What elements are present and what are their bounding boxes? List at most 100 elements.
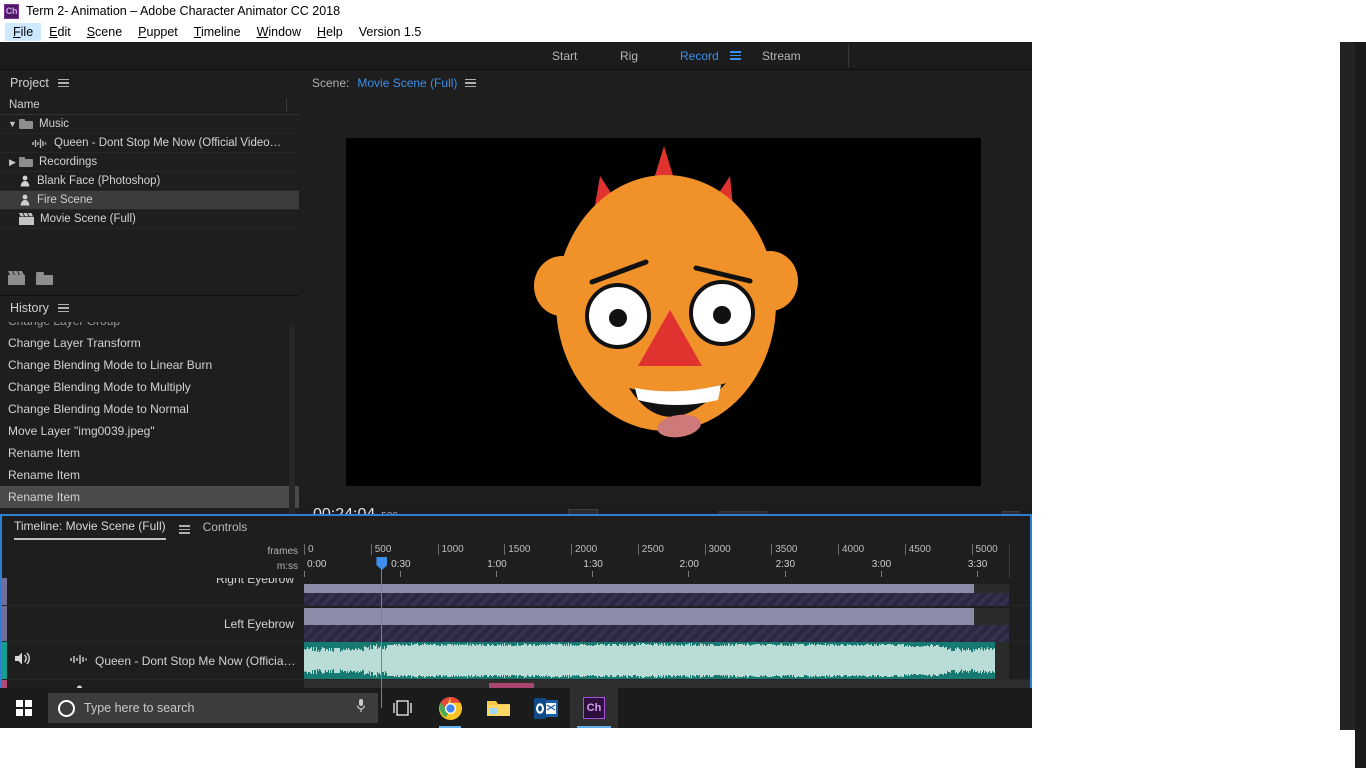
record-menu-icon[interactable] xyxy=(730,51,741,60)
application-window: Start Rig Record Stream Project Name ▼ Music… xyxy=(0,42,1032,728)
windows-taskbar: Type here to search Ch xyxy=(0,688,1032,728)
track-lane[interactable] xyxy=(304,642,1030,680)
history-item[interactable]: Change Blending Mode to Multiply xyxy=(0,376,299,398)
project-item-label: Movie Scene (Full) xyxy=(40,213,136,225)
window-title: Term 2- Animation – Adobe Character Anim… xyxy=(26,4,341,18)
windows-logo-icon xyxy=(16,700,32,716)
track-row: Right Eyebrow xyxy=(2,578,1030,606)
history-item[interactable]: Change Blending Mode to Normal xyxy=(0,398,299,420)
new-scene-icon[interactable] xyxy=(8,270,25,290)
character-animator-icon[interactable]: Ch xyxy=(570,688,618,728)
microphone-icon[interactable] xyxy=(356,698,366,719)
puppet-icon xyxy=(19,194,31,206)
track-lane[interactable] xyxy=(304,578,1030,606)
track-header[interactable]: Queen - Dont Stop Me Now (Official Vi… xyxy=(2,642,304,680)
project-item-label: Recordings xyxy=(39,156,98,168)
behavior-bar[interactable] xyxy=(304,584,974,593)
file-explorer-icon[interactable] xyxy=(474,688,522,728)
track-lane[interactable] xyxy=(304,606,1030,642)
tab-controls[interactable]: Controls xyxy=(203,520,248,539)
start-button[interactable] xyxy=(0,688,48,728)
project-item-queen-dont-stop-me-now-officia[interactable]: Queen - Dont Stop Me Now (Official Video… xyxy=(0,134,299,153)
project-item-fire-scene[interactable]: Fire Scene xyxy=(0,191,299,210)
menu-window[interactable]: Window xyxy=(249,23,309,41)
menu-file[interactable]: File xyxy=(5,23,42,41)
track-header[interactable]: Right Eyebrow xyxy=(2,578,304,606)
project-item-movie-scene-full[interactable]: Movie Scene (Full) xyxy=(0,210,299,229)
workspace-tab-start[interactable]: Start xyxy=(552,49,577,63)
timeline-menu-icon[interactable] xyxy=(178,525,190,534)
workspace-tab-rig[interactable]: Rig xyxy=(620,49,638,63)
history-item[interactable]: Move Layer "img0039.jpeg" xyxy=(0,420,299,442)
history-panel-header: History xyxy=(0,296,299,320)
history-item[interactable]: Rename Item xyxy=(0,442,299,464)
track-color-bar xyxy=(2,578,7,605)
chevron-right-icon[interactable]: ▶ xyxy=(6,157,19,167)
speaker-icon[interactable] xyxy=(14,651,31,671)
track-color-bar xyxy=(2,606,7,641)
playhead-line xyxy=(381,578,383,708)
ruler-label-frames: frames xyxy=(267,546,298,557)
ruler-time-tick: 1:00 xyxy=(487,559,507,570)
history-item-label: Rename Item xyxy=(8,468,81,482)
workspace-tab-record[interactable]: Record xyxy=(680,49,719,63)
chevron-down-icon[interactable]: ▼ xyxy=(6,119,19,129)
track-lane-end xyxy=(974,584,1009,593)
ruler-row-labels: frames m:ss xyxy=(260,544,298,574)
ruler-time-tick: 0:00 xyxy=(307,559,327,570)
ruler-time-tick: 0:30 xyxy=(391,559,411,570)
chrome-icon[interactable] xyxy=(426,688,474,728)
history-item[interactable]: Rename Item xyxy=(0,486,299,508)
history-item-label: Rename Item xyxy=(8,446,81,460)
new-folder-icon[interactable] xyxy=(36,271,53,290)
search-placeholder: Type here to search xyxy=(84,701,195,715)
ruler-minor-tick xyxy=(688,571,690,577)
playhead-handle[interactable] xyxy=(376,557,388,570)
history-item-label: Move Layer "img0039.jpeg" xyxy=(8,424,155,438)
ruler-frame-tick: 5000 xyxy=(971,544,998,555)
search-input[interactable]: Type here to search xyxy=(48,693,378,723)
timeline-header: Timeline: Movie Scene (Full) Controls xyxy=(2,516,1030,543)
menu-edit[interactable]: Edit xyxy=(41,23,79,41)
track-lane-end xyxy=(974,608,1009,625)
behavior-bar[interactable] xyxy=(304,608,974,625)
scene-menu-icon[interactable] xyxy=(465,78,477,88)
history-item-partial[interactable]: Change Layer Group xyxy=(0,322,299,332)
project-menu-icon[interactable] xyxy=(57,78,69,88)
ch-tile-label: Ch xyxy=(583,697,605,719)
version-label: Version 1.5 xyxy=(358,25,422,39)
behavior-hatch-bar[interactable] xyxy=(304,625,1009,642)
track-header[interactable]: Left Eyebrow xyxy=(2,606,304,642)
history-item-label: Change Blending Mode to Multiply xyxy=(8,380,191,394)
project-item-blank-face-photoshop[interactable]: Blank Face (Photoshop) xyxy=(0,172,299,191)
menu-help[interactable]: Help xyxy=(309,23,351,41)
project-footer-toolbar xyxy=(0,268,299,292)
ruler-minor-tick xyxy=(784,571,786,577)
history-menu-icon[interactable] xyxy=(57,303,69,313)
menu-scene[interactable]: Scene xyxy=(79,23,130,41)
track-name: Left Eyebrow xyxy=(223,616,294,631)
scene-name[interactable]: Movie Scene (Full) xyxy=(357,76,457,90)
menu-puppet[interactable]: Puppet xyxy=(130,23,186,41)
window-title-bar: Ch Term 2- Animation – Adobe Character A… xyxy=(0,0,1366,22)
audio-waveform-icon xyxy=(32,138,48,149)
menu-timeline[interactable]: Timeline xyxy=(186,23,249,41)
outlook-icon[interactable] xyxy=(522,688,570,728)
workspace-tab-stream[interactable]: Stream xyxy=(762,49,801,63)
history-item[interactable]: Change Blending Mode to Linear Burn xyxy=(0,354,299,376)
ruler-frame-tick: 4500 xyxy=(904,544,931,555)
project-panel-header: Project xyxy=(0,71,299,95)
behavior-hatch-bar[interactable] xyxy=(304,593,1009,606)
history-item[interactable]: Rename Item xyxy=(0,464,299,486)
tab-timeline[interactable]: Timeline: Movie Scene (Full) xyxy=(14,519,166,540)
ruler-minor-tick xyxy=(400,571,402,577)
history-item[interactable]: Change Layer Transform xyxy=(0,332,299,354)
project-item-recordings[interactable]: ▶ Recordings xyxy=(0,153,299,172)
timeline-ruler[interactable]: frames m:ss 0 500 1000 1500 2000 2500 3000 3500… xyxy=(2,543,1030,578)
task-view-icon[interactable] xyxy=(378,688,426,728)
audio-center-line xyxy=(304,659,995,662)
track-row: Queen - Dont Stop Me Now (Official Vi… xyxy=(2,642,1030,680)
menu-bar: File Edit Scene Puppet Timeline Window Help Ver… xyxy=(0,22,1366,42)
scene-viewer-canvas[interactable] xyxy=(346,138,981,486)
project-item-music[interactable]: ▼ Music xyxy=(0,115,299,134)
